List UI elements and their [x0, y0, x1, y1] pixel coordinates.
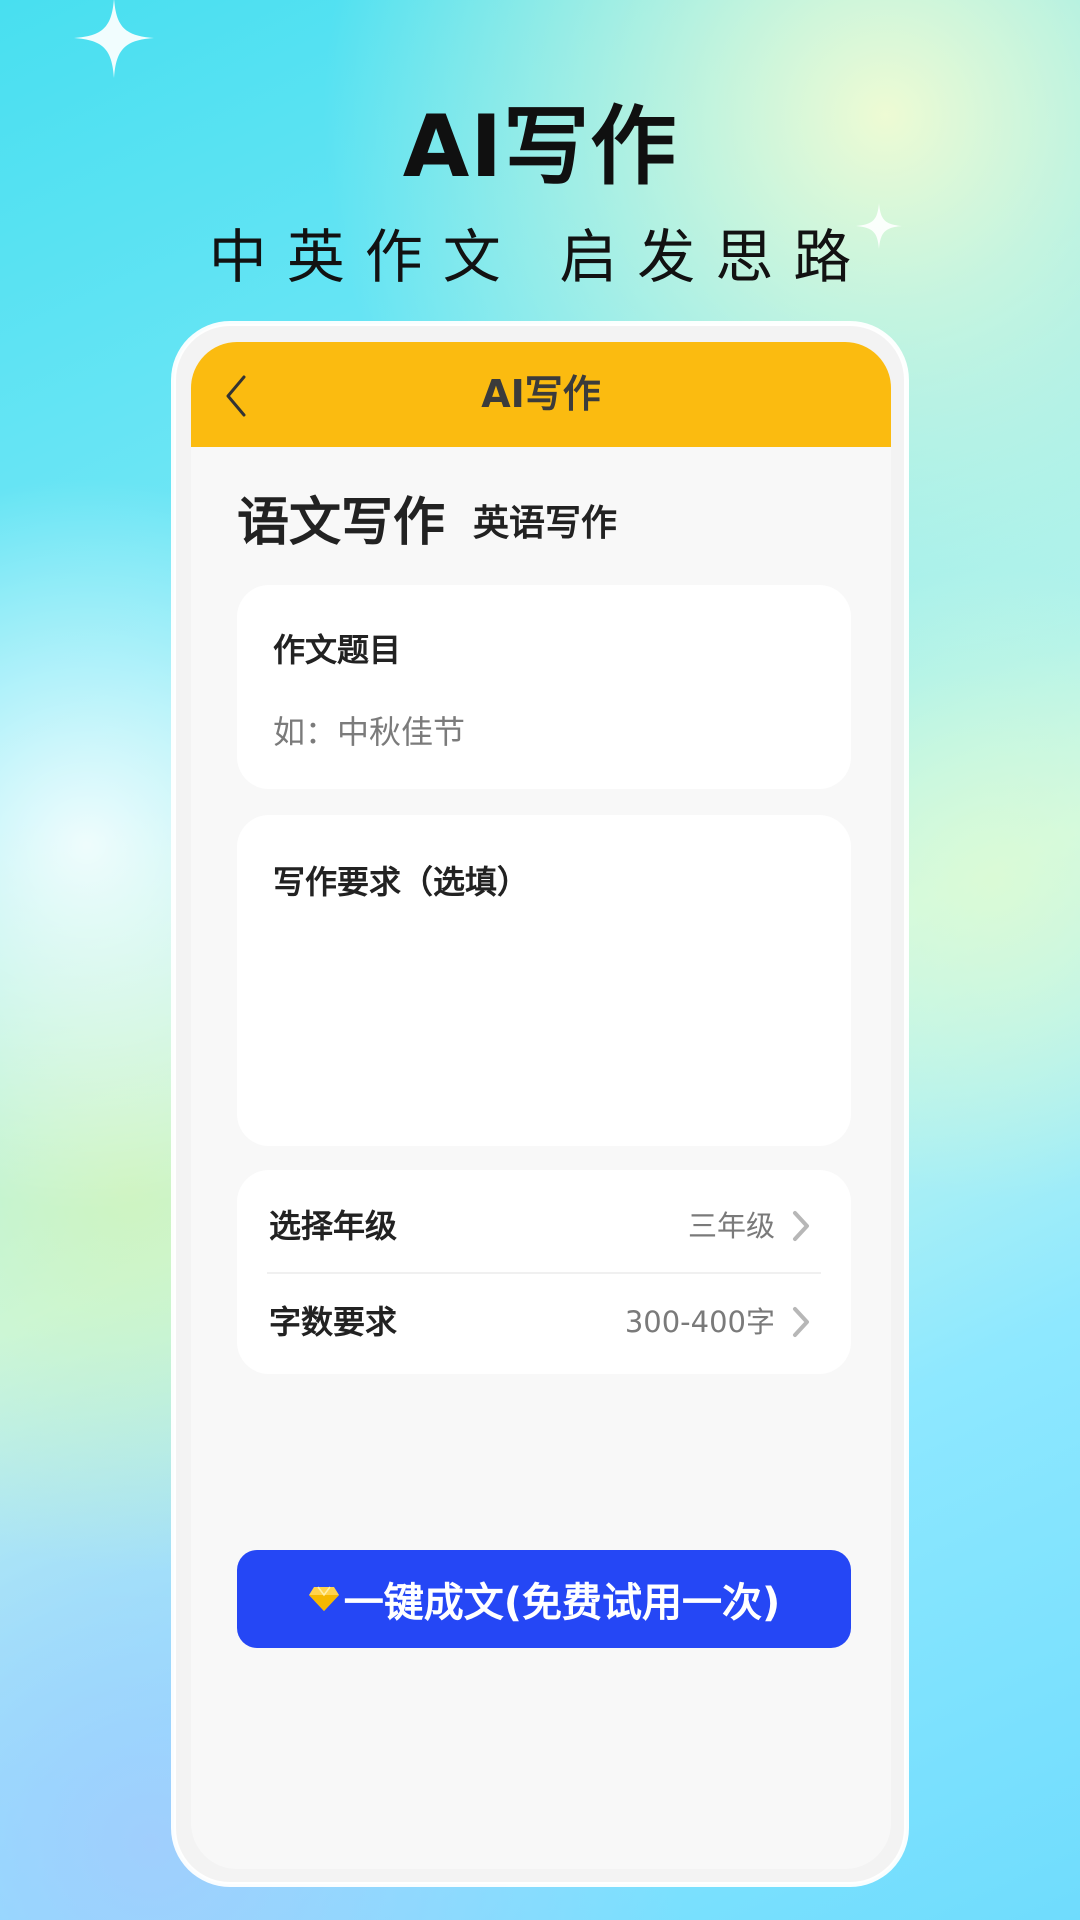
topic-card: 作文题目 [237, 585, 851, 789]
word-count-label: 字数要求 [269, 1303, 398, 1341]
phone-mockup: AI写作 语文写作 英语写作 作文题目 写作要求（选填） 选择年级 三年级 字数… [174, 324, 906, 1884]
requirement-input[interactable] [273, 923, 813, 1113]
tab-english-writing[interactable]: 英语写作 [473, 494, 617, 546]
topic-input[interactable] [273, 709, 813, 755]
generate-button-label: 一键成文(免费试用一次) [343, 1580, 781, 1626]
sparkle-icon [74, 0, 154, 78]
diamond-icon [308, 1586, 339, 1611]
generate-essay-button[interactable]: 一键成文(免费试用一次) [237, 1550, 851, 1648]
requirement-label: 写作要求（选填） [273, 863, 530, 901]
promo-subheadline: 中英作文 启发思路 [208, 223, 872, 291]
topic-label: 作文题目 [273, 631, 402, 669]
app-header: AI写作 [191, 342, 891, 447]
grade-selector[interactable]: 选择年级 三年级 [237, 1178, 851, 1274]
settings-card: 选择年级 三年级 字数要求 300-400字 [237, 1170, 851, 1374]
grade-value: 三年级 [687, 1209, 775, 1243]
grade-label: 选择年级 [269, 1207, 398, 1245]
word-count-selector[interactable]: 字数要求 300-400字 [237, 1274, 851, 1370]
word-count-value: 300-400字 [624, 1305, 775, 1339]
chevron-right-icon [793, 1307, 809, 1337]
app-screen: AI写作 语文写作 英语写作 作文题目 写作要求（选填） 选择年级 三年级 字数… [191, 342, 891, 1869]
chevron-right-icon [793, 1211, 809, 1241]
tab-chinese-writing[interactable]: 语文写作 [237, 480, 445, 555]
promo-headline: AI写作 [402, 97, 678, 197]
app-title: AI写作 [481, 372, 601, 416]
requirement-card: 写作要求（选填） [237, 815, 851, 1146]
